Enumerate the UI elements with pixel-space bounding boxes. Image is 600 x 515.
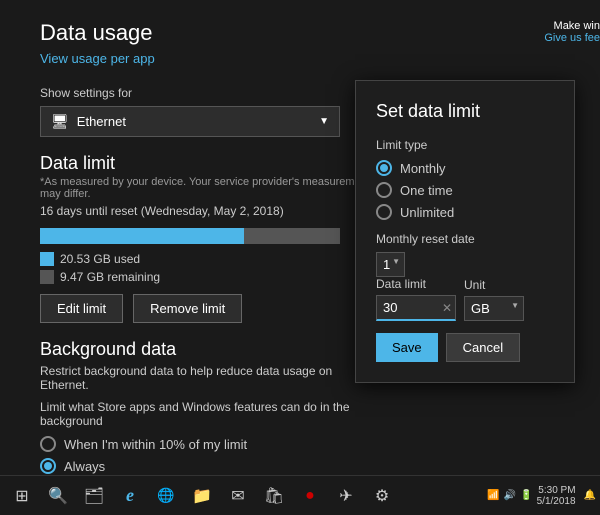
taskbar-sound-icon: 🔊 [504, 490, 516, 501]
taskbar-ie[interactable]: 🌐 [148, 478, 184, 514]
taskbar-app1[interactable]: ● [292, 478, 328, 514]
chevron-down-icon: ▼ [319, 116, 329, 127]
make-windows-label: Make win [544, 20, 600, 32]
reset-date-select[interactable]: 1 2 5 10 15 20 25 [376, 252, 405, 277]
taskbar-time[interactable]: 5:30 PM 5/1/2018 [537, 485, 576, 507]
bg-radio-always[interactable] [40, 458, 56, 474]
data-usage-bar [40, 228, 340, 244]
taskbar-folder[interactable]: 📁 [184, 478, 220, 514]
edge-icon: e [126, 485, 134, 506]
remove-limit-button[interactable]: Remove limit [133, 294, 242, 323]
data-usage-fill [40, 228, 244, 244]
modal-button-row: Save Cancel [376, 333, 554, 362]
bg-radio-within10[interactable] [40, 436, 56, 452]
page-title: Data usage [40, 20, 560, 46]
telegram-icon: ✈ [339, 486, 352, 506]
unit-select[interactable]: GB MB [464, 296, 524, 321]
taskbar-edge[interactable]: e [112, 478, 148, 514]
taskbar-taskview[interactable]: 🗂 [76, 478, 112, 514]
modal-radio-monthly[interactable] [376, 160, 392, 176]
set-data-limit-modal: Set data limit Limit type Monthly One ti… [355, 80, 575, 383]
taskbar-settings[interactable]: ⚙ [364, 478, 400, 514]
modal-monthly-option[interactable]: Monthly [376, 160, 554, 176]
reset-date-label: Monthly reset date [376, 232, 554, 246]
data-limit-field-label: Data limit [376, 277, 456, 291]
data-limit-note: *As measured by your device. Your servic… [40, 176, 380, 200]
bg-option-within10-label: When I'm within 10% of my limit [64, 437, 247, 452]
bg-data-desc: Restrict background data to help reduce … [40, 364, 380, 392]
reset-date-row: 1 2 5 10 15 20 25 [376, 252, 554, 277]
bg-option-always-label: Always [64, 459, 105, 474]
modal-title: Set data limit [376, 101, 554, 122]
remaining-label: 9.47 GB remaining [60, 270, 160, 284]
modal-save-button[interactable]: Save [376, 333, 438, 362]
time-display: 5:30 PM [537, 485, 576, 496]
taskbar-mail[interactable]: ✉ [220, 478, 256, 514]
folder-icon: 📁 [192, 486, 212, 506]
bg-option-within10[interactable]: When I'm within 10% of my limit [40, 436, 560, 452]
data-limit-input-row: Data limit ✕ Unit GB MB [376, 277, 554, 321]
clear-input-icon[interactable]: ✕ [442, 301, 452, 315]
remaining-dot [40, 270, 54, 284]
reset-date-select-wrap: 1 2 5 10 15 20 25 [376, 252, 405, 277]
top-right-links: Make win Give us fee [544, 20, 600, 44]
modal-onetime-option[interactable]: One time [376, 182, 554, 198]
unit-label: Unit [464, 278, 524, 292]
mail-icon: ✉ [231, 486, 244, 506]
bg-data-sublabel: Limit what Store apps and Windows featur… [40, 400, 380, 428]
taskbar-store[interactable]: 🛍 [256, 478, 292, 514]
edit-limit-button[interactable]: Edit limit [40, 294, 123, 323]
taskbar-network-icon: 📶 [487, 490, 499, 501]
view-usage-link[interactable]: View usage per app [40, 51, 155, 66]
taskbar-start[interactable]: ⊞ [4, 478, 40, 514]
app1-icon: ● [305, 487, 315, 505]
modal-cancel-button[interactable]: Cancel [446, 333, 520, 362]
modal-monthly-label: Monthly [400, 161, 446, 176]
taskbar-telegram[interactable]: ✈ [328, 478, 364, 514]
unit-select-wrap: GB MB [464, 296, 524, 321]
used-dot [40, 252, 54, 266]
dropdown-value: Ethernet [77, 114, 126, 129]
ie-icon: 🌐 [157, 487, 174, 504]
search-icon: 🔍 [48, 486, 68, 506]
modal-onetime-label: One time [400, 183, 453, 198]
network-dropdown[interactable]: 🖥 Ethernet ▼ [40, 106, 340, 137]
monitor-icon: 🖥 [51, 113, 69, 130]
date-display: 5/1/2018 [537, 496, 576, 507]
modal-radio-unlimited[interactable] [376, 204, 392, 220]
taskbar-notification-icon[interactable]: 🔔 [584, 490, 596, 501]
taskbar: ⊞ 🔍 🗂 e 🌐 📁 ✉ 🛍 ● ✈ ⚙ 📶 🔊 🔋 5:30 PM 5/1/… [0, 475, 600, 515]
modal-unlimited-label: Unlimited [400, 205, 454, 220]
taskbar-right: 📶 🔊 🔋 5:30 PM 5/1/2018 🔔 [487, 485, 596, 507]
store-icon: 🛍 [264, 486, 284, 506]
give-us-link[interactable]: Give us fee [544, 32, 600, 44]
modal-radio-onetime[interactable] [376, 182, 392, 198]
unit-col: Unit GB MB [464, 278, 524, 321]
taskbar-battery-icon: 🔋 [520, 490, 532, 501]
data-limit-input-wrap: ✕ [376, 295, 456, 321]
taskbar-search[interactable]: 🔍 [40, 478, 76, 514]
settings-icon: ⚙ [375, 486, 389, 506]
limit-type-label: Limit type [376, 138, 554, 152]
modal-unlimited-option[interactable]: Unlimited [376, 204, 554, 220]
bg-option-always[interactable]: Always [40, 458, 560, 474]
data-limit-input-col: Data limit ✕ [376, 277, 456, 321]
used-label: 20.53 GB used [60, 252, 140, 266]
